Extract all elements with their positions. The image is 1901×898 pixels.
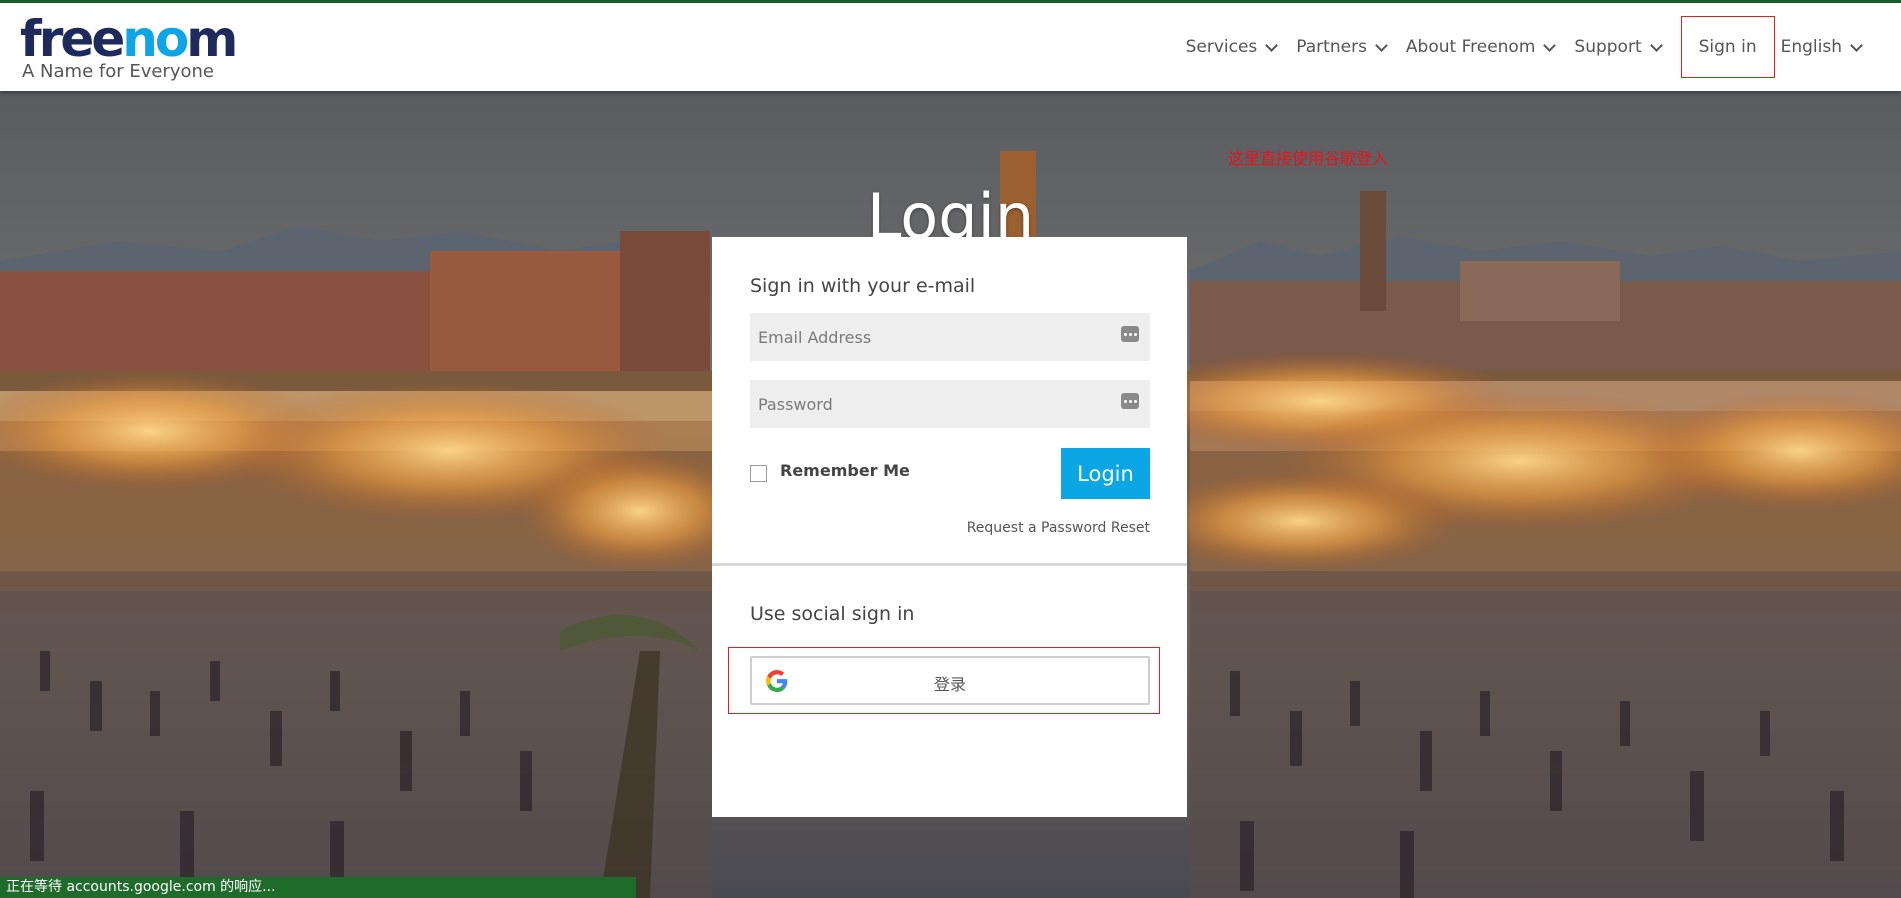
main-nav: Services Partners About Freenom Support …	[1166, 3, 1863, 91]
chevron-down-icon	[1375, 38, 1388, 52]
site-header: freenom A Name for Everyone Services Par…	[0, 3, 1901, 91]
nav-item-label: Partners	[1296, 37, 1367, 57]
browser-status-bar: 正在等待 accounts.google.com 的响应...	[0, 877, 636, 898]
nav-item-about[interactable]: About Freenom	[1405, 37, 1557, 57]
remember-me-label: Remember Me	[780, 461, 910, 480]
red-annotation-note: 这里直接使用谷歌登入	[1228, 149, 1389, 168]
email-input[interactable]	[750, 313, 1150, 361]
chevron-down-icon	[1543, 38, 1557, 52]
chevron-down-icon	[1649, 38, 1663, 52]
nav-item-label: Services	[1185, 37, 1258, 57]
freenom-logo[interactable]: freenom A Name for Everyone	[20, 10, 238, 82]
nav-item-support[interactable]: Support	[1574, 37, 1663, 57]
social-signin-heading: Use social sign in	[750, 603, 915, 625]
language-label: English	[1780, 37, 1842, 57]
logo-tagline: A Name for Everyone	[22, 61, 214, 82]
google-signin-label: 登录	[933, 675, 966, 694]
google-signin-button[interactable]: 登录	[750, 656, 1150, 705]
nav-item-partners[interactable]: Partners	[1296, 37, 1388, 57]
language-selector[interactable]: English	[1780, 37, 1863, 57]
chevron-down-icon	[1850, 38, 1863, 52]
section-divider	[712, 563, 1187, 566]
email-signin-heading: Sign in with your e-mail	[750, 275, 976, 297]
nav-item-services[interactable]: Services	[1185, 37, 1279, 57]
logo-wordmark: freenom	[20, 10, 238, 68]
password-reset-link[interactable]: Request a Password Reset	[967, 520, 1150, 536]
password-input[interactable]	[750, 380, 1150, 428]
nav-item-label: About Freenom	[1405, 37, 1536, 57]
remember-me-checkbox[interactable]	[750, 465, 767, 482]
login-card: Sign in with your e-mail Remember Me Log…	[712, 237, 1187, 817]
keyboard-icon	[1121, 393, 1139, 409]
nav-item-label: Support	[1574, 37, 1642, 57]
login-button[interactable]: Login	[1061, 448, 1150, 499]
keyboard-icon	[1121, 326, 1139, 342]
sign-in-link[interactable]: Sign in	[1680, 16, 1775, 78]
chevron-down-icon	[1265, 38, 1279, 52]
